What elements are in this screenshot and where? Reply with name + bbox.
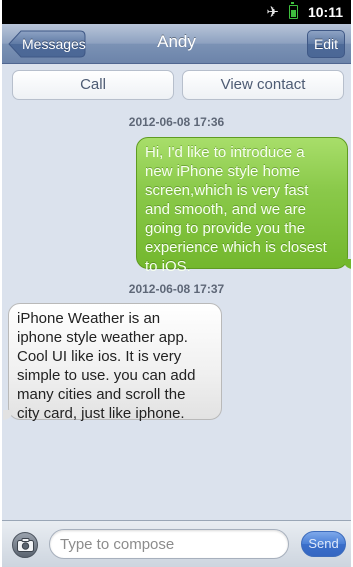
send-button[interactable]: Send: [301, 531, 346, 557]
message-line: many cities and scroll the: [17, 386, 186, 403]
sent-message-bubble[interactable]: Hi, I'd like to introduce a new iPhone s…: [136, 137, 351, 275]
battery-icon: [288, 2, 298, 19]
message-line: and smooth, and we are: [145, 201, 306, 218]
message-line: Hi, I'd like to introduce a: [145, 144, 305, 161]
message-line: going to provide you the: [145, 220, 306, 237]
message-line: Cool UI like ios. It is very: [17, 348, 182, 365]
message-timestamp: 2012-06-08 17:37: [128, 282, 225, 296]
airplane-icon: ✈: [266, 3, 279, 21]
status-time: 10:11: [307, 4, 343, 20]
message-line: new iPhone style home: [145, 163, 301, 180]
edit-button[interactable]: Edit: [307, 30, 345, 58]
message-line: simple to use. you can add: [17, 367, 196, 384]
message-line: to iOS.: [145, 258, 191, 275]
status-bar: ✈ 10:11: [2, 0, 351, 24]
view-contact-button[interactable]: View contact: [182, 70, 344, 100]
message-line: iphone style weather app.: [17, 329, 188, 346]
received-message-bubble[interactable]: iPhone Weather is an iphone style weathe…: [3, 303, 222, 422]
message-line: screen,which is very fast: [145, 182, 309, 199]
message-line: iPhone Weather is an: [17, 310, 161, 327]
message-line: experience which is closest: [145, 239, 327, 256]
call-button[interactable]: Call: [12, 70, 174, 100]
compose-input[interactable]: [49, 529, 289, 559]
message-timestamp: 2012-06-08 17:36: [128, 115, 225, 129]
messages-screen: ✈ 10:11 Messages Andy Edit Call View con…: [2, 0, 351, 567]
navigation-bar: Messages Andy Edit: [2, 24, 351, 64]
message-line: city card, just like iphone.: [17, 405, 185, 422]
camera-icon[interactable]: [12, 532, 38, 558]
conversation-title: Andy: [157, 32, 196, 51]
compose-bar: Send: [2, 520, 351, 567]
